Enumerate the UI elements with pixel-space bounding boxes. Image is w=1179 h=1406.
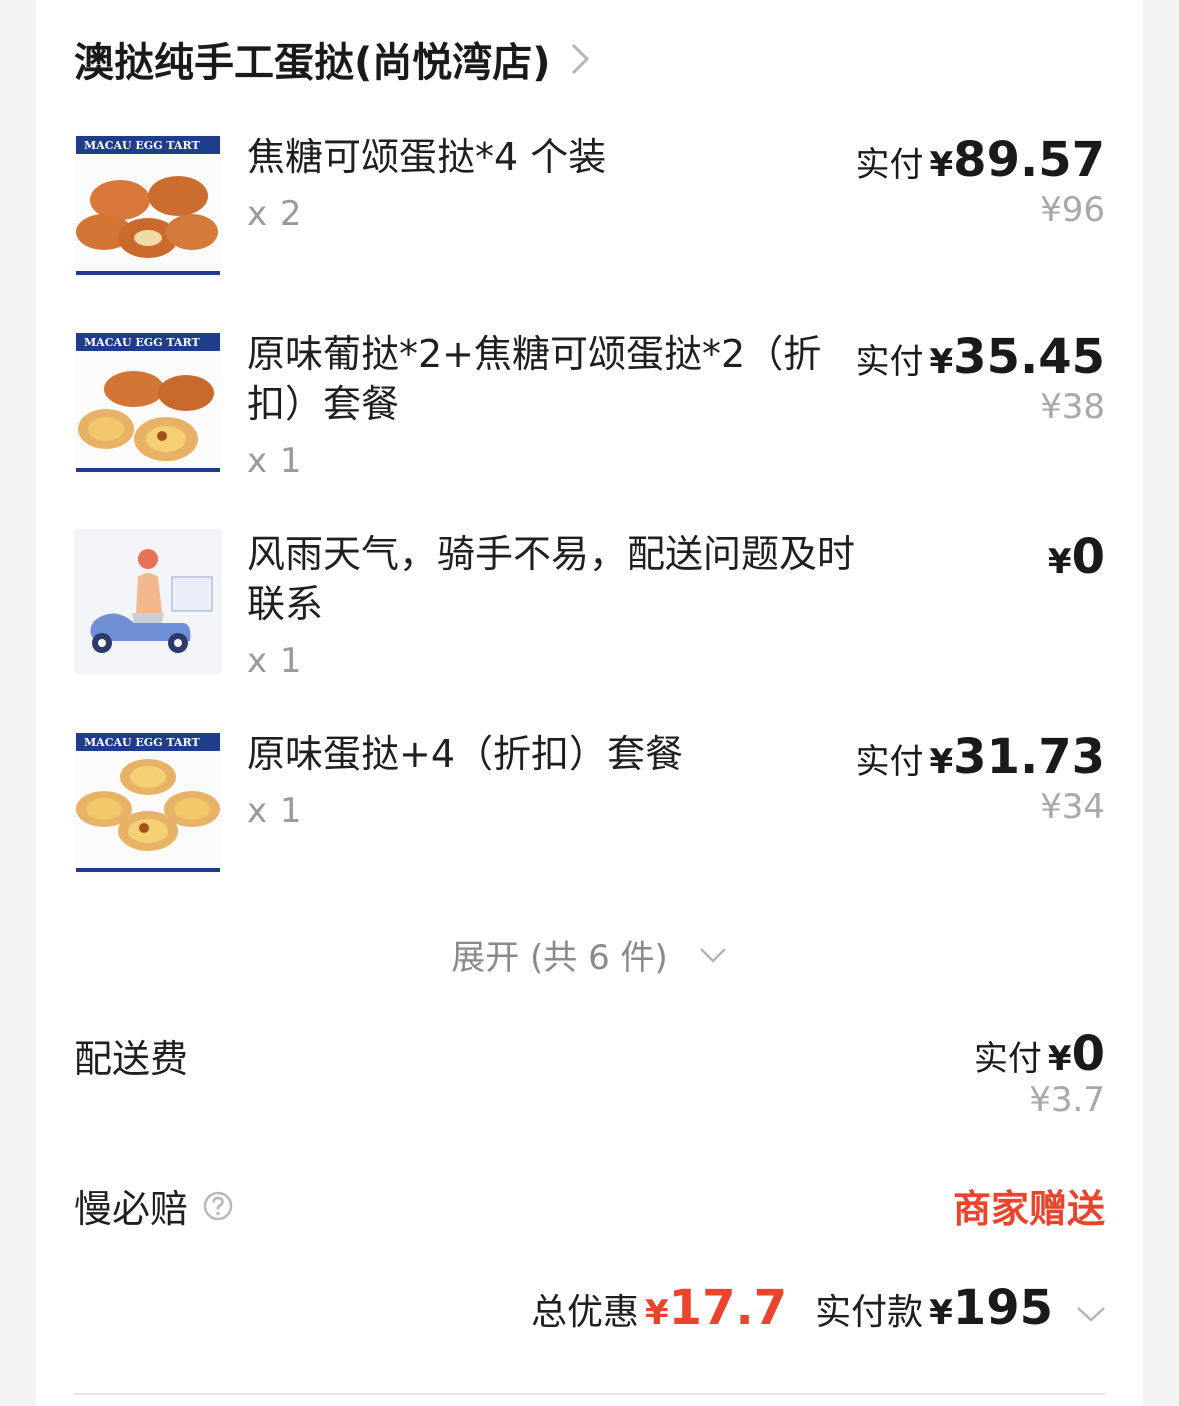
item-paid-price: ¥0 [1047, 529, 1105, 585]
item-original-price: ¥38 [1040, 387, 1105, 427]
item-name: 原味蛋挞+4（折扣）套餐 [247, 732, 684, 776]
item-paid-price: 实付 ¥31.73 [855, 729, 1106, 785]
item-quantity: x 1 [247, 641, 303, 681]
rider-image [74, 529, 222, 674]
item-paid-price: 实付 ¥35.45 [855, 329, 1106, 385]
shop-header[interactable]: 澳挞纯手工蛋挞(尚悦湾店) [74, 30, 591, 88]
shop-name[interactable]: 澳挞纯手工蛋挞(尚悦湾店) [74, 30, 551, 88]
scooter-rider-icon [74, 529, 222, 674]
expand-label: 展开 (共 6 件) [451, 938, 668, 978]
chevron-right-icon [571, 43, 589, 75]
total-discount-value: 17.7 [668, 1280, 788, 1336]
delivery-paid-price: 实付 ¥0 [973, 1026, 1105, 1082]
order-item[interactable]: MACAU EGG TART 原味葡挞*2+焦糖可颂蛋挞*2（折扣）套餐 x 1… [36, 327, 1143, 487]
svg-text:MACAU EGG TART: MACAU EGG TART [84, 736, 200, 749]
item-paid-price: 实付 ¥89.57 [855, 132, 1106, 188]
item-quantity: x 2 [247, 194, 303, 234]
svg-text:MACAU EGG TART: MACAU EGG TART [84, 139, 200, 152]
product-image: MACAU EGG TART [74, 134, 222, 279]
item-quantity: x 1 [247, 441, 303, 481]
item-name: 原味葡挞*2+焦糖可颂蛋挞*2（折扣）套餐 [247, 332, 822, 426]
order-card: 澳挞纯手工蛋挞(尚悦湾店) MACAU EGG TART 焦糖可颂蛋挞*4 个装… [36, 0, 1143, 1406]
item-original-price: ¥96 [1040, 190, 1105, 230]
total-paid-value: 195 [952, 1280, 1053, 1336]
divider [74, 1393, 1105, 1395]
svg-text:MACAU EGG TART: MACAU EGG TART [84, 336, 200, 349]
delivery-original-price: ¥3.7 [1029, 1080, 1105, 1120]
merchant-gift-badge: 商家赠送 [952, 1187, 1105, 1231]
item-quantity: x 1 [247, 791, 303, 831]
chevron-down-icon[interactable] [1075, 1304, 1107, 1324]
total-paid-label: 实付款 [815, 1292, 924, 1333]
order-item[interactable]: 风雨天气，骑手不易，配送问题及时联系 x 1 ¥0 [36, 527, 1143, 687]
help-icon[interactable] [202, 1190, 234, 1222]
product-image: MACAU EGG TART [74, 331, 222, 476]
item-name: 焦糖可颂蛋挞*4 个装 [247, 135, 607, 179]
order-item[interactable]: MACAU EGG TART 焦糖可颂蛋挞*4 个装 x 2 实付 ¥89.57 … [36, 130, 1143, 290]
item-name: 风雨天气，骑手不易，配送问题及时联系 [247, 532, 856, 626]
product-image: MACAU EGG TART [74, 731, 222, 876]
slow-compensation-label: 慢必赔 [74, 1178, 234, 1233]
chevron-down-icon [699, 947, 726, 963]
total-discount-label: 总优惠 [530, 1292, 639, 1333]
item-original-price: ¥34 [1040, 787, 1105, 827]
order-summary[interactable]: 总优惠 ¥ 17.7 实付款 ¥ 195 [36, 1280, 1143, 1336]
expand-items-button[interactable]: 展开 (共 6 件) [36, 930, 1143, 979]
delivery-fee-label: 配送费 [74, 1037, 189, 1081]
order-item[interactable]: MACAU EGG TART 原味蛋挞+4（折扣）套餐 x 1 实付 ¥31.73… [36, 727, 1143, 887]
